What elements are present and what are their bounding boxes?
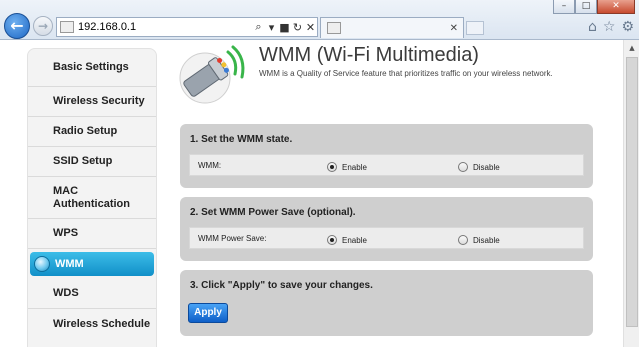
- wmm-disable-radio[interactable]: [458, 162, 468, 172]
- maximize-button[interactable]: □: [575, 0, 597, 14]
- sidebar-item-basic-settings[interactable]: Basic Settings: [28, 49, 156, 87]
- dropdown-icon[interactable]: ▾: [265, 21, 278, 34]
- sidebar-item-label: Basic Settings: [53, 61, 129, 73]
- sidebar-item-label: MAC Authentication: [53, 184, 130, 210]
- power-save-enable-radio[interactable]: [327, 235, 337, 245]
- favicon-icon: [60, 21, 74, 33]
- power-save-disable-label: Disable: [473, 236, 500, 245]
- lock-icon[interactable]: ■: [278, 21, 291, 34]
- sidebar-item-wps[interactable]: WPS: [28, 219, 156, 249]
- apply-heading: 3. Click "Apply" to save your changes.: [190, 280, 373, 291]
- wmm-state-heading: 1. Set the WMM state.: [190, 134, 293, 145]
- power-save-enable-label: Enable: [342, 236, 367, 245]
- minimize-button[interactable]: –: [553, 0, 575, 14]
- wmm-enable-label: Enable: [342, 163, 367, 172]
- close-window-button[interactable]: ✕: [597, 0, 635, 14]
- wmm-disable-label: Disable: [473, 163, 500, 172]
- back-arrow-icon[interactable]: ←: [4, 13, 30, 39]
- home-icon[interactable]: ⌂: [588, 19, 597, 35]
- browser-tab[interactable]: ✕: [320, 17, 464, 38]
- sidebar-item-ssid-setup[interactable]: SSID Setup: [28, 147, 156, 177]
- address-url[interactable]: 192.168.0.1: [78, 21, 252, 33]
- sidebar-item-label: Radio Setup: [53, 125, 118, 137]
- wmm-enable-radio[interactable]: [327, 162, 337, 172]
- scroll-up-icon[interactable]: ▲: [624, 40, 639, 56]
- power-save-heading: 2. Set WMM Power Save (optional).: [190, 207, 356, 218]
- page-title: WMM (Wi-Fi Multimedia): [259, 44, 479, 66]
- gear-icon[interactable]: ⚙: [621, 19, 634, 35]
- new-tab-button[interactable]: [466, 21, 484, 35]
- browser-tools: ⌂ ☆ ⚙: [588, 19, 634, 35]
- sidebar-item-wireless-schedule[interactable]: Wireless Schedule: [28, 309, 156, 339]
- sidebar-item-label: SSID Setup: [53, 155, 113, 167]
- page-subtitle: WMM is a Quality of Service feature that…: [259, 69, 553, 78]
- power-save-disable-radio[interactable]: [458, 235, 468, 245]
- stop-icon[interactable]: ✕: [304, 21, 317, 34]
- forward-arrow-icon[interactable]: →: [33, 16, 53, 36]
- search-icon[interactable]: ⌕: [252, 20, 265, 34]
- power-save-field-label: WMM Power Save:: [198, 234, 267, 243]
- power-save-panel: 2. Set WMM Power Save (optional). WMM Po…: [180, 197, 593, 261]
- wmm-state-row: WMM: Enable Disable: [189, 154, 584, 176]
- sidebar-item-wireless-security[interactable]: Wireless Security: [28, 87, 156, 117]
- browser-toolbar: – □ ✕ ← → 192.168.0.1 ⌕ ▾ ■ ↻ ✕ ✕ ⌂ ☆ ⚙: [0, 0, 639, 40]
- wmm-state-panel: 1. Set the WMM state. WMM: Enable Disabl…: [180, 124, 593, 188]
- power-save-row: WMM Power Save: Enable Disable: [189, 227, 584, 249]
- tab-favicon-icon: [327, 22, 341, 34]
- sidebar-item-label: Wireless Security: [53, 95, 145, 107]
- vertical-scrollbar[interactable]: ▲: [623, 40, 639, 347]
- sidebar-item-label: WMM: [55, 257, 84, 270]
- refresh-icon[interactable]: ↻: [291, 21, 304, 34]
- close-tab-icon[interactable]: ✕: [450, 23, 458, 34]
- sidebar-item-wmm[interactable]: WMM: [30, 252, 154, 276]
- sidebar-item-wds[interactable]: WDS: [28, 279, 156, 309]
- sidebar-item-label: WPS: [53, 227, 79, 239]
- scrollbar-thumb[interactable]: [626, 57, 638, 327]
- apply-panel: 3. Click "Apply" to save your changes. A…: [180, 270, 593, 336]
- wmm-field-label: WMM:: [198, 161, 222, 170]
- sidebar-item-radio-setup[interactable]: Radio Setup: [28, 117, 156, 147]
- star-icon[interactable]: ☆: [603, 19, 616, 35]
- apply-button[interactable]: Apply: [188, 303, 228, 323]
- wmm-cable-logo-icon: [179, 45, 245, 104]
- window-controls: – □ ✕: [553, 0, 635, 14]
- sidebar-item-label: WDS: [53, 287, 79, 299]
- page-content: Basic Settings Wireless Security Radio S…: [0, 40, 623, 347]
- sidebar-item-label: Wireless Schedule: [53, 317, 151, 330]
- sidebar-item-mac-authentication[interactable]: MAC Authentication: [28, 177, 156, 219]
- globe-icon: [34, 256, 50, 272]
- sidebar: Basic Settings Wireless Security Radio S…: [27, 48, 157, 347]
- address-bar[interactable]: 192.168.0.1 ⌕ ▾ ■ ↻ ✕: [56, 17, 318, 37]
